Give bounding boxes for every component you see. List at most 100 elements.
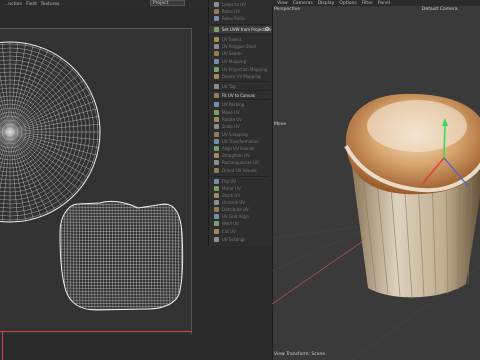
tool-icon — [214, 229, 219, 234]
tool-icon — [214, 74, 219, 79]
tool-icon — [214, 139, 219, 144]
tool-label: UV Settings — [222, 237, 246, 242]
tool-item[interactable]: UV Settings — [209, 236, 272, 243]
tool-icon — [214, 27, 219, 32]
vp-menu-view[interactable]: View — [277, 1, 288, 6]
tool-label: UV Grid Align — [222, 214, 249, 219]
viewport-scene — [272, 93, 480, 360]
tool-label: UV Mapping — [222, 59, 247, 64]
tool-item[interactable]: UV Transformation — [209, 138, 272, 145]
tool-item[interactable]: Scale UV — [209, 123, 272, 130]
tool-label: Delete UV Mapping — [222, 74, 261, 79]
tool-item[interactable]: Straighten UV — [209, 152, 272, 159]
tool-item[interactable]: Relax Ratio — [209, 15, 272, 22]
camera-label[interactable]: Default Camera — [422, 7, 458, 12]
tool-label: Straighten UV — [222, 153, 250, 158]
tool-item[interactable]: Fit UV to Canvas — [209, 92, 272, 99]
tool-item[interactable]: Align UV Islands — [209, 145, 272, 152]
tool-icon — [214, 102, 219, 107]
tool-icon — [214, 110, 219, 115]
panel-divider — [211, 99, 270, 100]
tool-label: Weld UV — [222, 221, 239, 226]
uv-axis-x — [0, 331, 192, 332]
tool-label: Flip UV — [222, 179, 236, 184]
vp-menu-cameras[interactable]: Cameras — [293, 1, 313, 6]
menu-item-textures[interactable]: Textures — [41, 2, 60, 7]
tool-item[interactable]: Orient UV Islands — [209, 167, 272, 174]
vp-menu-display[interactable]: Display — [318, 1, 335, 6]
menu-item-field[interactable]: Field — [26, 2, 36, 7]
tool-item[interactable]: Distribute UV — [209, 206, 272, 213]
tool-icon — [214, 179, 219, 184]
tool-icon — [214, 186, 219, 191]
tool-icon — [214, 2, 219, 7]
tool-icon — [214, 214, 219, 219]
tool-item[interactable]: UV Polygon Shell — [209, 43, 272, 50]
tool-icon — [214, 160, 219, 165]
tool-label: UV Seams — [222, 51, 243, 56]
tool-icon — [214, 51, 219, 56]
vp-menu-filter[interactable]: Filter — [362, 1, 373, 6]
gear-icon[interactable]: ⚙ — [265, 26, 270, 33]
tool-label: UV Packing — [222, 102, 245, 107]
projection-label: Perspective — [274, 7, 301, 12]
tool-label: Move UV — [222, 110, 240, 115]
tool-label: Stack UV — [222, 193, 241, 198]
project-dropdown[interactable]: Project — [150, 0, 185, 6]
tool-item[interactable]: UV Mapping — [209, 58, 272, 65]
tool-item[interactable]: Delete UV Mapping — [209, 73, 272, 80]
tool-label: UV Select — [222, 37, 242, 42]
vp-menu-panel[interactable]: Panel — [378, 1, 390, 6]
tool-item[interactable]: Flip UV — [209, 178, 272, 185]
tool-icon — [214, 146, 219, 151]
tool-item[interactable]: Relax UV — [209, 8, 272, 15]
tool-item[interactable]: Unstack UV — [209, 199, 272, 206]
tool-label: Align UV Islands — [222, 146, 255, 151]
tool-item[interactable]: Loops to UV — [209, 1, 272, 8]
tool-item[interactable]: UV Projection Mapping — [209, 66, 272, 73]
tool-item[interactable]: Rectangularize UV — [209, 159, 272, 166]
tool-icon — [214, 221, 219, 226]
tool-label: UV Transformation — [222, 139, 259, 144]
uv-tool-panel: Loops to UV Relax UV Relax Ratio Set UVW fr… — [208, 0, 273, 246]
tool-label: UV Projection Mapping — [222, 67, 268, 72]
tool-label: UV Tag — [222, 84, 236, 89]
tool-item[interactable]: UV Seams — [209, 50, 272, 57]
tool-label: Scale UV — [222, 124, 240, 129]
tool-item[interactable]: UV Select — [209, 36, 272, 43]
tool-label: UV Polygon Shell — [222, 44, 256, 49]
tool-item[interactable]: UV Grid Align — [209, 213, 272, 220]
tool-item[interactable]: UV Packing — [209, 101, 272, 108]
tool-label: Rectangularize UV — [222, 160, 259, 165]
tool-item[interactable]: Move UV — [209, 109, 272, 116]
panel-divider — [211, 24, 270, 25]
panel-divider — [211, 81, 270, 82]
tool-icon — [214, 84, 219, 89]
tool-item[interactable]: UV Tag — [209, 83, 272, 90]
tool-item[interactable]: UV Snapping — [209, 131, 272, 138]
tool-label: Relax UV — [222, 9, 240, 14]
tool-icon — [214, 153, 219, 158]
tool-label: Unstack UV — [222, 200, 246, 205]
tool-icon — [214, 207, 219, 212]
tool-item[interactable]: Rotate UV — [209, 116, 272, 123]
tool-label: UV Snapping — [222, 132, 248, 137]
tool-icon — [214, 168, 219, 173]
tool-label: Distribute UV — [222, 207, 249, 212]
tool-item[interactable]: Stack UV — [209, 192, 272, 199]
muffin-model — [344, 93, 480, 298]
tool-icon — [214, 124, 219, 129]
tool-icon — [214, 9, 219, 14]
tool-item[interactable]: Mirror UV — [209, 185, 272, 192]
tool-item[interactable]: Weld UV — [209, 220, 272, 227]
vp-menu-options[interactable]: Options — [339, 1, 356, 6]
tool-label: Orient UV Islands — [222, 168, 257, 173]
panel-divider — [211, 90, 270, 91]
tool-item[interactable]: Cut UV — [209, 228, 272, 235]
uv-axis-y — [2, 332, 3, 360]
tool-icon — [214, 59, 219, 64]
tool-item[interactable]: Set UVW from Projection ⚙ — [209, 26, 272, 33]
menu-item-function[interactable]: ...nction — [4, 2, 22, 7]
tool-label: Mirror UV — [222, 186, 241, 191]
tool-icon — [214, 200, 219, 205]
